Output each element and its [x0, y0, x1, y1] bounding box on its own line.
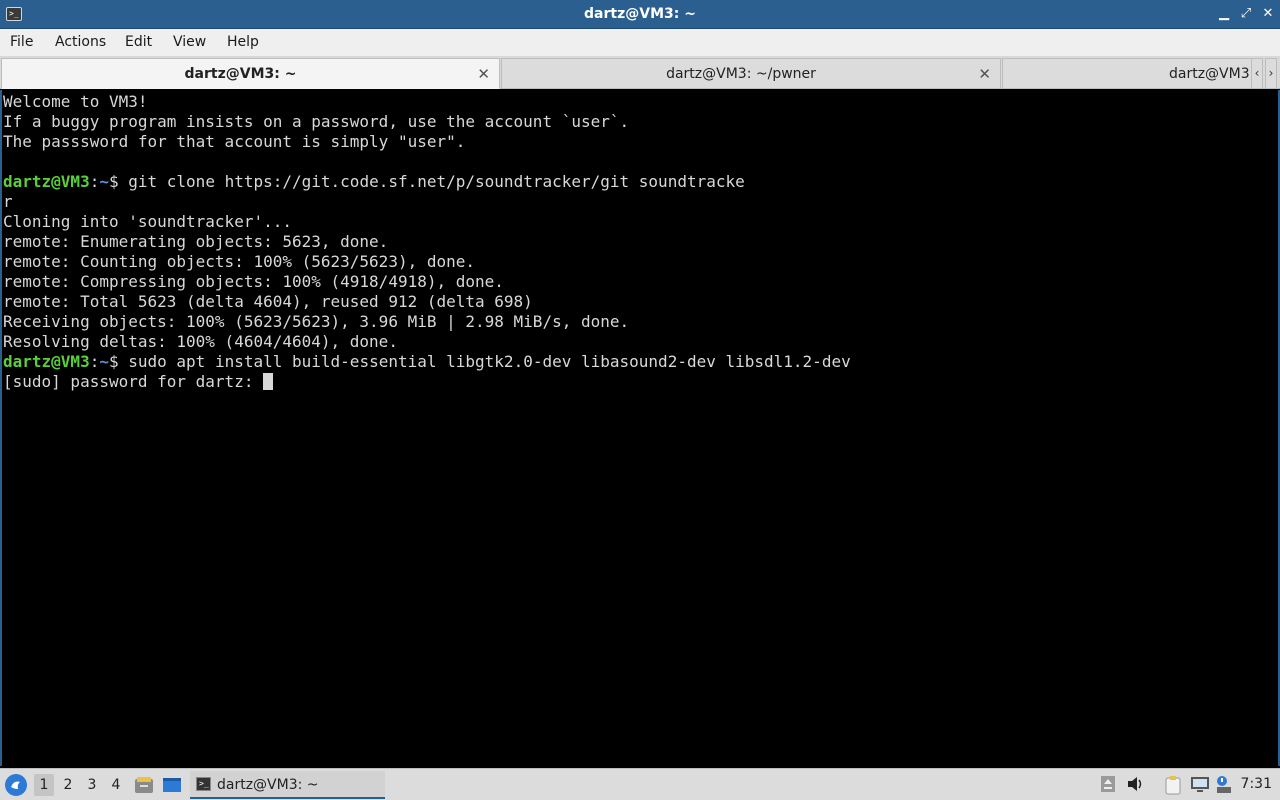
terminal-line: Welcome to VM3!: [3, 92, 148, 111]
tab-close-icon[interactable]: ✕: [978, 65, 991, 83]
tab-home[interactable]: dartz@VM3: ~ ✕: [1, 58, 500, 89]
text-cursor: [263, 373, 274, 390]
tab-label: dartz@VM3: ~: [184, 66, 297, 82]
terminal-line: Resolving deltas: 100% (4604/4604), done…: [3, 332, 398, 351]
prompt-separator: :: [89, 352, 100, 371]
network-icon[interactable]: [1190, 775, 1210, 795]
clipboard-icon[interactable]: [1163, 775, 1183, 795]
tab-third[interactable]: dartz@VM3: [1002, 58, 1252, 89]
upload-icon[interactable]: [1098, 775, 1118, 795]
taskbar: 1 2 3 4 >_ dartz@VM3: ~ 7:31: [0, 768, 1280, 800]
tab-pwner[interactable]: dartz@VM3: ~/pwner ✕: [501, 58, 1001, 89]
sudo-prompt: [sudo] password for dartz:: [3, 372, 264, 391]
tab-bar: dartz@VM3: ~ ✕ dartz@VM3: ~/pwner ✕ dart…: [0, 57, 1280, 89]
task-label: dartz@VM3: ~: [217, 777, 319, 793]
prompt-dollar: $: [108, 352, 129, 371]
tab-scroll-right-icon[interactable]: ›: [1265, 58, 1277, 89]
title-bar: >_ dartz@VM3: ~ ▁ ⤢ ✕: [0, 0, 1280, 29]
terminal-line: If a buggy program insists on a password…: [3, 112, 630, 131]
tab-label: dartz@VM3: [1169, 66, 1250, 82]
terminal-line: remote: Compressing objects: 100% (4918/…: [3, 272, 504, 291]
tab-scroll-left-icon[interactable]: ‹: [1251, 58, 1263, 89]
workspace-2[interactable]: 2: [58, 774, 78, 796]
menu-bar: File Actions Edit View Help: [0, 29, 1280, 57]
terminal-icon: >_: [196, 777, 211, 791]
close-button[interactable]: ✕: [1258, 4, 1278, 24]
prompt-dollar: $: [108, 172, 129, 191]
terminal-output[interactable]: Welcome to VM3! If a buggy program insist…: [0, 90, 1280, 766]
terminal-line: remote: Counting objects: 100% (5623/562…: [3, 252, 476, 271]
file-manager-icon[interactable]: [134, 776, 154, 794]
prompt-separator: :: [89, 172, 100, 191]
tab-label: dartz@VM3: ~/pwner: [666, 66, 816, 82]
terminal-line: The passsword for that account is simply…: [3, 132, 466, 151]
terminal-line: Cloning into 'soundtracker'...: [3, 212, 292, 231]
prompt-line: dartz@VM3:~$ git clone https://git.code.…: [3, 172, 1278, 192]
menu-view[interactable]: View: [173, 34, 206, 50]
terminal-line: remote: Total 5623 (delta 4604), reused …: [3, 292, 533, 311]
menu-edit[interactable]: Edit: [125, 34, 152, 50]
tab-close-icon[interactable]: ✕: [477, 65, 490, 83]
terminal-line: remote: Enumerating objects: 5623, done.: [3, 232, 389, 251]
sudo-prompt-line[interactable]: [sudo] password for dartz:: [3, 372, 1278, 392]
workspace-3[interactable]: 3: [82, 774, 102, 796]
workspace-1[interactable]: 1: [34, 774, 54, 796]
prompt-user: dartz@VM3: [3, 352, 90, 371]
prompt-user: dartz@VM3: [3, 172, 90, 191]
show-desktop-icon[interactable]: [162, 776, 182, 794]
menu-file[interactable]: File: [10, 34, 33, 50]
prompt-path: ~: [99, 172, 109, 191]
task-button-terminal[interactable]: >_ dartz@VM3: ~: [190, 771, 385, 799]
prompt-path: ~: [99, 352, 109, 371]
command-text: sudo apt install build-essential libgtk2…: [128, 352, 851, 371]
notification-icon[interactable]: [1214, 775, 1234, 795]
terminal-line: r: [3, 192, 13, 211]
menu-actions[interactable]: Actions: [55, 34, 106, 50]
start-menu-icon[interactable]: [5, 774, 27, 796]
minimize-button[interactable]: ▁: [1214, 4, 1234, 24]
workspace-4[interactable]: 4: [106, 774, 126, 796]
maximize-button[interactable]: ⤢: [1236, 4, 1256, 24]
menu-help[interactable]: Help: [227, 34, 259, 50]
clock[interactable]: 7:31: [1241, 776, 1272, 792]
volume-icon[interactable]: [1126, 775, 1146, 795]
terminal-line: Receiving objects: 100% (5623/5623), 3.9…: [3, 312, 630, 331]
command-text: git clone https://git.code.sf.net/p/soun…: [128, 172, 745, 191]
window-title: dartz@VM3: ~: [584, 6, 696, 22]
prompt-line: dartz@VM3:~$ sudo apt install build-esse…: [3, 352, 1278, 372]
